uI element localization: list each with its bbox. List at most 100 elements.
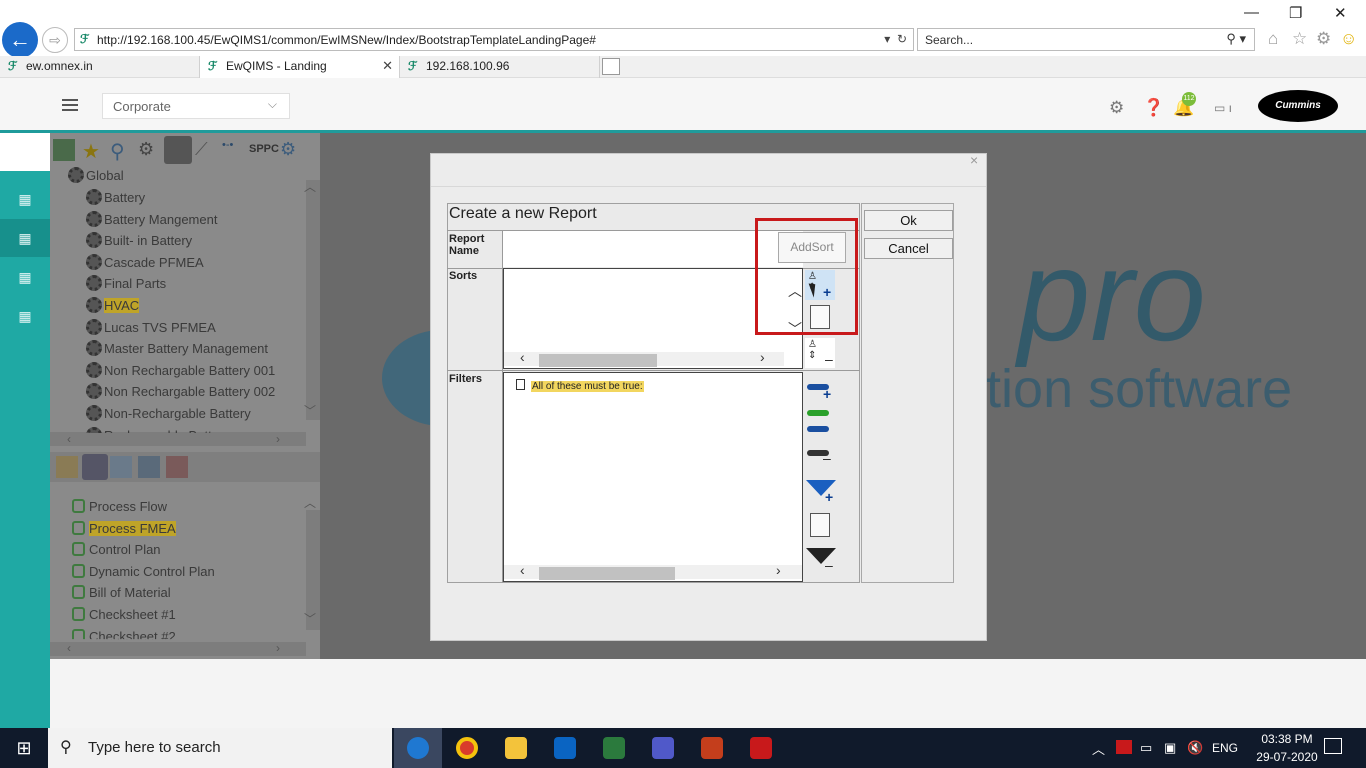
search-icon[interactable]: ⚲ ▾ bbox=[1226, 31, 1246, 47]
filter-group-checkbox[interactable] bbox=[516, 379, 525, 390]
ie-browser-icon[interactable] bbox=[394, 728, 442, 768]
document-item[interactable]: Process Flow bbox=[72, 499, 167, 514]
hamburger-menu-icon[interactable] bbox=[62, 99, 78, 111]
dialog-close-icon[interactable]: × bbox=[970, 152, 978, 168]
building-icon[interactable]: ▦ bbox=[0, 297, 50, 335]
document-item[interactable]: Bill of Material bbox=[72, 585, 171, 600]
cancel-button[interactable]: Cancel bbox=[864, 238, 953, 259]
help-icon[interactable]: ❓ bbox=[1143, 98, 1164, 118]
docs-hscrollbar[interactable] bbox=[50, 642, 306, 656]
battery-icon[interactable]: ▭ bbox=[1140, 740, 1152, 756]
remove-filter-icon[interactable]: – bbox=[805, 442, 835, 472]
copy-icon[interactable] bbox=[110, 456, 132, 478]
scroll-left-icon[interactable]: ‹ bbox=[67, 641, 71, 655]
document-item[interactable]: Checksheet #1 bbox=[72, 607, 176, 622]
filters-hscrollbar[interactable] bbox=[504, 565, 802, 580]
tree-scrollbar[interactable] bbox=[306, 180, 320, 420]
tree-item[interactable]: Lucas TVS PFMEA bbox=[86, 318, 216, 335]
add-filter-icon[interactable]: + bbox=[805, 376, 835, 406]
scroll-down-icon[interactable]: ﹀ bbox=[304, 610, 316, 627]
network-icon[interactable]: •-• bbox=[222, 139, 252, 161]
taskbar-search[interactable]: ⚲ Type here to search bbox=[48, 728, 392, 768]
tab-landing[interactable]: ℱ EwQIMS - Landing ✕ bbox=[200, 56, 400, 78]
clock-date[interactable]: 29-07-2020 bbox=[1254, 750, 1320, 764]
settings-icon[interactable]: ⚙ bbox=[1109, 98, 1124, 118]
network-icon[interactable]: ▣ bbox=[1164, 740, 1176, 756]
chart-icon[interactable]: ⟋ bbox=[195, 139, 217, 161]
user-card-icon[interactable]: ▭ ı bbox=[1214, 101, 1232, 115]
restore-icon[interactable]: ❐ bbox=[1289, 4, 1302, 22]
spc-label[interactable]: SPPC bbox=[249, 143, 279, 165]
scroll-thumb[interactable] bbox=[539, 354, 657, 367]
minimize-icon[interactable]: — bbox=[1244, 4, 1259, 21]
add-filter-group-icon[interactable] bbox=[805, 406, 835, 436]
settings-gear-icon[interactable]: ⚙ bbox=[1316, 29, 1331, 49]
volume-muted-icon[interactable]: 🔇 bbox=[1187, 740, 1203, 756]
scroll-down-icon[interactable]: ﹀ bbox=[304, 402, 316, 419]
tree-item[interactable]: Master Battery Management bbox=[86, 340, 268, 357]
active-gear-icon[interactable] bbox=[164, 136, 192, 164]
scroll-right-icon[interactable]: › bbox=[760, 349, 765, 365]
favorites-star-icon[interactable]: ☆ bbox=[1292, 29, 1307, 49]
new-tab-icon[interactable] bbox=[602, 58, 620, 75]
scroll-right-icon[interactable]: › bbox=[276, 432, 280, 446]
doc-gear-icon[interactable] bbox=[82, 454, 108, 480]
browser-search-box[interactable]: Search... ⚲ ▾ bbox=[917, 28, 1255, 51]
project-app-icon[interactable] bbox=[590, 728, 638, 768]
teams-icon[interactable] bbox=[639, 728, 687, 768]
language-indicator[interactable]: ENG bbox=[1212, 741, 1238, 755]
address-bar[interactable]: ℱ http://192.168.100.45/EwQIMS1/common/E… bbox=[74, 28, 914, 51]
share-icon[interactable]: ⚙ bbox=[280, 139, 302, 161]
window-icon[interactable] bbox=[138, 456, 160, 478]
tree-item[interactable]: HVAC bbox=[86, 297, 140, 313]
tree-root[interactable]: Global bbox=[68, 167, 124, 183]
organization-select[interactable]: Corporate ⌵ bbox=[102, 93, 290, 119]
nav-item-home[interactable] bbox=[0, 133, 50, 171]
scroll-right-icon[interactable]: › bbox=[276, 641, 280, 655]
tree-item[interactable]: Built- in Battery bbox=[86, 232, 192, 249]
home-icon[interactable]: ⌂ bbox=[1268, 29, 1278, 49]
tree-item[interactable]: Non Rechargable Battery 001 bbox=[86, 361, 275, 378]
building-icon[interactable]: ▦ bbox=[0, 219, 50, 257]
building-icon[interactable]: ▦ bbox=[0, 258, 50, 296]
tree-item[interactable]: Battery Mangement bbox=[86, 210, 217, 227]
windows-start-icon[interactable]: ⊞ bbox=[0, 728, 48, 768]
building-icon[interactable]: ▦ bbox=[0, 180, 50, 218]
document-item[interactable]: Control Plan bbox=[72, 542, 161, 557]
ok-button[interactable]: Ok bbox=[864, 210, 953, 231]
tree-hscrollbar[interactable] bbox=[50, 432, 306, 446]
tree-item[interactable]: Final Parts bbox=[86, 275, 166, 292]
add-funnel-icon[interactable]: + bbox=[805, 477, 836, 507]
edit-filter-icon[interactable] bbox=[805, 510, 835, 540]
grid-icon[interactable] bbox=[166, 456, 188, 478]
powerpoint-icon[interactable] bbox=[688, 728, 736, 768]
tab-omnex[interactable]: ℱ ew.omnex.in bbox=[0, 56, 200, 78]
clock-time[interactable]: 03:38 PM bbox=[1254, 732, 1320, 746]
close-window-icon[interactable]: ✕ bbox=[1334, 4, 1347, 22]
forward-arrow-icon[interactable]: ⇨ bbox=[42, 27, 68, 53]
smiley-feedback-icon[interactable]: ☺ bbox=[1340, 29, 1357, 49]
tree-item[interactable]: Non-Rechargable Battery bbox=[86, 405, 251, 421]
scroll-thumb[interactable] bbox=[539, 567, 675, 580]
tray-app-icon[interactable] bbox=[1116, 740, 1132, 754]
tab-ip[interactable]: ℱ 192.168.100.96 bbox=[400, 56, 600, 78]
star-icon[interactable]: ★ bbox=[82, 139, 104, 163]
tree-item[interactable]: Cascade PFMEA bbox=[86, 253, 204, 270]
tray-chevron-icon[interactable]: ︿ bbox=[1092, 739, 1105, 758]
edit-icon[interactable] bbox=[53, 139, 75, 161]
folder-icon[interactable] bbox=[56, 456, 78, 478]
remove-sort-icon[interactable]: ♙ ⇕ – bbox=[805, 338, 835, 368]
scroll-right-icon[interactable]: › bbox=[776, 562, 781, 578]
tab-close-icon[interactable]: ✕ bbox=[382, 58, 393, 74]
filters-list[interactable]: ‹ › bbox=[503, 372, 803, 582]
search-icon[interactable]: ⚲ bbox=[110, 139, 132, 163]
scroll-up-icon[interactable]: ︿ bbox=[304, 494, 316, 511]
scroll-left-icon[interactable]: ‹ bbox=[520, 349, 525, 365]
outlook-icon[interactable] bbox=[541, 728, 589, 768]
scroll-up-icon[interactable]: ︿ bbox=[304, 178, 316, 195]
sorts-hscrollbar[interactable] bbox=[504, 352, 784, 367]
document-item[interactable]: Process FMEA bbox=[72, 520, 176, 536]
document-item[interactable]: Dynamic Control Plan bbox=[72, 563, 215, 579]
filter-rule-text[interactable]: All of these must be true: bbox=[531, 381, 644, 392]
tree-structure-icon[interactable]: ⚙ bbox=[138, 139, 160, 161]
